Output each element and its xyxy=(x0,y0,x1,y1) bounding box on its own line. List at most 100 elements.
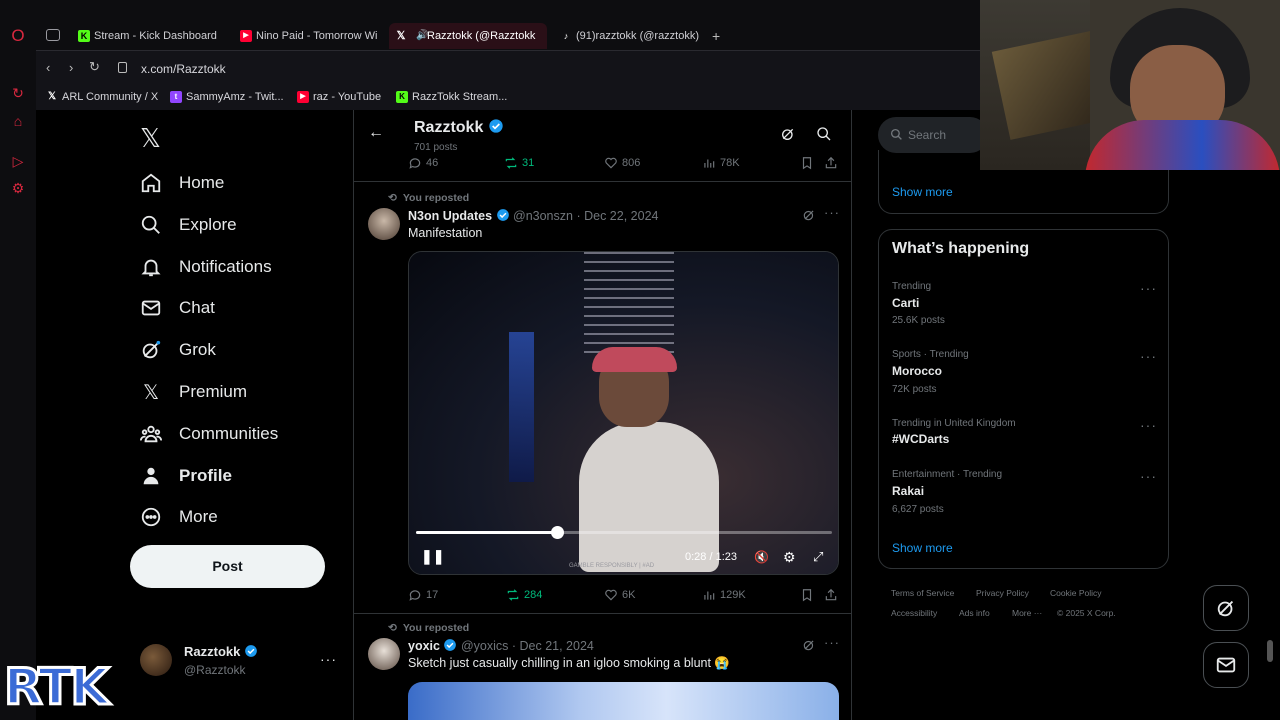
footer-link-terms[interactable]: Terms of Service xyxy=(891,588,954,598)
account-more-icon[interactable]: ··· xyxy=(320,651,337,667)
tab-islands-icon[interactable] xyxy=(46,29,60,41)
tab-youtube[interactable]: ▶ Nino Paid - Tomorrow Wi xyxy=(234,23,379,49)
nav-communities[interactable]: Communities xyxy=(140,416,278,452)
tweet-author-line: N3on Updates @n3onszn · Dec 22, 2024 xyxy=(408,209,659,223)
nav-explore[interactable]: Explore xyxy=(140,207,237,243)
grok-explain-icon[interactable] xyxy=(802,638,816,657)
timeline: ← Razztokk 701 posts 46 31 806 78K ⟲ You … xyxy=(353,110,852,720)
account-handle: @Razztokk xyxy=(184,663,246,677)
x-logo-icon[interactable]: 𝕏 xyxy=(140,123,161,154)
repost-button[interactable]: 31 xyxy=(504,156,534,170)
reply-button[interactable]: 17 xyxy=(408,588,438,602)
trend-name[interactable]: Rakai xyxy=(892,484,924,498)
share-icon[interactable] xyxy=(824,156,838,170)
bag-icon[interactable]: ⌂ xyxy=(9,112,27,130)
like-button[interactable]: 806 xyxy=(604,156,640,170)
youtube-icon: ▶ xyxy=(297,91,309,103)
volume-icon[interactable]: 🔇 xyxy=(754,550,769,564)
share-icon[interactable] xyxy=(824,588,838,602)
tweet-date[interactable]: Dec 22, 2024 xyxy=(584,209,658,223)
bookmark-arl[interactable]: 𝕏 ARL Community / X xyxy=(46,91,158,103)
footer-link-accessibility[interactable]: Accessibility xyxy=(891,608,937,618)
trend-more-icon[interactable]: ··· xyxy=(1140,417,1157,433)
account-avatar[interactable] xyxy=(140,644,172,676)
search-icon[interactable] xyxy=(816,126,832,147)
nav-grok[interactable]: Grok xyxy=(140,332,216,368)
fullscreen-icon[interactable]: ⤢ xyxy=(813,549,823,565)
like-button[interactable]: 6K xyxy=(604,588,635,602)
tweet-more-icon[interactable]: ··· xyxy=(824,635,840,650)
video-settings-icon[interactable]: ⚙ xyxy=(783,549,796,566)
trend-more-icon[interactable]: ··· xyxy=(1140,280,1157,296)
account-menu[interactable]: Razztokk xyxy=(184,644,258,659)
repost-indicator: ⟲ You reposted xyxy=(388,622,470,634)
aria-icon[interactable]: ↻ xyxy=(9,84,27,102)
tweet-author-name[interactable]: yoxic xyxy=(408,639,440,653)
reload-icon[interactable]: ↻ xyxy=(89,59,100,75)
url-field[interactable]: x.com/Razztokk xyxy=(141,62,226,76)
video-progress-fill xyxy=(416,531,558,534)
messages-fab[interactable] xyxy=(1203,642,1249,688)
footer-link-ads[interactable]: Ads info xyxy=(959,608,990,618)
tweet-media[interactable] xyxy=(408,682,839,720)
footer-link-more[interactable]: More ··· xyxy=(1012,608,1042,618)
nav-premium[interactable]: 𝕏 Premium xyxy=(140,374,247,410)
grok-icon[interactable] xyxy=(780,126,796,147)
bookmark-raz-youtube[interactable]: ▶ raz - YouTube xyxy=(297,91,381,103)
verified-icon xyxy=(245,645,257,657)
show-more-link[interactable]: Show more xyxy=(892,185,953,199)
tab-kick[interactable]: K Stream - Kick Dashboard xyxy=(72,23,222,49)
trend-name[interactable]: Morocco xyxy=(892,364,942,378)
video-progress-track[interactable] xyxy=(416,526,832,539)
settings-icon[interactable]: ⚙ xyxy=(9,179,27,197)
whats-happening-card xyxy=(878,229,1169,569)
bookmark-icon[interactable] xyxy=(800,588,814,602)
post-button[interactable]: Post xyxy=(130,545,325,588)
nav-home[interactable]: Home xyxy=(140,165,224,201)
trend-more-icon[interactable]: ··· xyxy=(1140,468,1157,484)
tweet-author-name[interactable]: N3on Updates xyxy=(408,209,492,223)
tab-x-razztokk[interactable]: 𝕏 🔊 Razztokk (@Razztokk xyxy=(389,23,547,49)
pause-icon[interactable]: ❚❚ xyxy=(421,548,444,565)
show-more-link[interactable]: Show more xyxy=(892,541,953,555)
scrollbar-thumb[interactable] xyxy=(1267,640,1273,662)
footer-link-privacy[interactable]: Privacy Policy xyxy=(976,588,1029,598)
back-arrow-icon[interactable]: ← xyxy=(368,124,384,142)
nav-notifications[interactable]: Notifications xyxy=(140,249,272,285)
opera-logo-icon[interactable]: O xyxy=(9,27,27,45)
views-button[interactable]: 78K xyxy=(702,156,740,170)
trend-count: 72K posts xyxy=(892,384,937,395)
tweet-more-icon[interactable]: ··· xyxy=(824,205,840,220)
grok-fab[interactable] xyxy=(1203,585,1249,631)
trend-name[interactable]: #WCDarts xyxy=(892,432,949,446)
new-tab-button[interactable]: + xyxy=(712,28,720,44)
nav-more[interactable]: More xyxy=(140,499,218,535)
tweet-avatar[interactable] xyxy=(368,638,400,670)
trend-more-icon[interactable]: ··· xyxy=(1140,348,1157,364)
views-button[interactable]: 129K xyxy=(702,588,746,602)
player-icon[interactable]: ▷ xyxy=(9,152,27,170)
bookmark-sammy[interactable]: t SammyAmz - Twit... xyxy=(170,91,284,103)
tab-tiktok[interactable]: ♪ (91)razztokk (@razztokk) xyxy=(554,23,704,49)
forward-icon[interactable]: › xyxy=(69,60,73,75)
nav-chat[interactable]: Chat xyxy=(140,290,215,326)
trend-name[interactable]: Carti xyxy=(892,296,919,310)
tweet-avatar[interactable] xyxy=(368,208,400,240)
reply-button[interactable]: 46 xyxy=(408,156,438,170)
back-icon[interactable]: ‹ xyxy=(46,60,50,75)
grok-explain-icon[interactable] xyxy=(802,208,816,227)
tweet-handle[interactable]: @n3onszn xyxy=(513,209,573,223)
verified-icon xyxy=(444,639,457,651)
tweet-handle[interactable]: @yoxics xyxy=(461,639,508,653)
tweet-date[interactable]: Dec 21, 2024 xyxy=(520,639,594,653)
search-input[interactable]: Search xyxy=(908,128,946,142)
footer-link-cookie[interactable]: Cookie Policy xyxy=(1050,588,1102,598)
tweet-video[interactable]: ❚❚ 0:28 / 1:23 🔇 ⚙ ⤢ GAMBLE RESPONSIBLY … xyxy=(408,251,839,575)
bookmark-razztokk-stream[interactable]: K RazzTokk Stream... xyxy=(396,91,507,103)
repost-button[interactable]: 284 xyxy=(506,588,542,602)
home-icon xyxy=(140,172,162,194)
more-circle-icon xyxy=(140,506,162,528)
nav-profile[interactable]: Profile xyxy=(140,458,232,494)
search-box[interactable]: Search xyxy=(878,117,988,153)
bookmark-icon[interactable] xyxy=(800,156,814,170)
